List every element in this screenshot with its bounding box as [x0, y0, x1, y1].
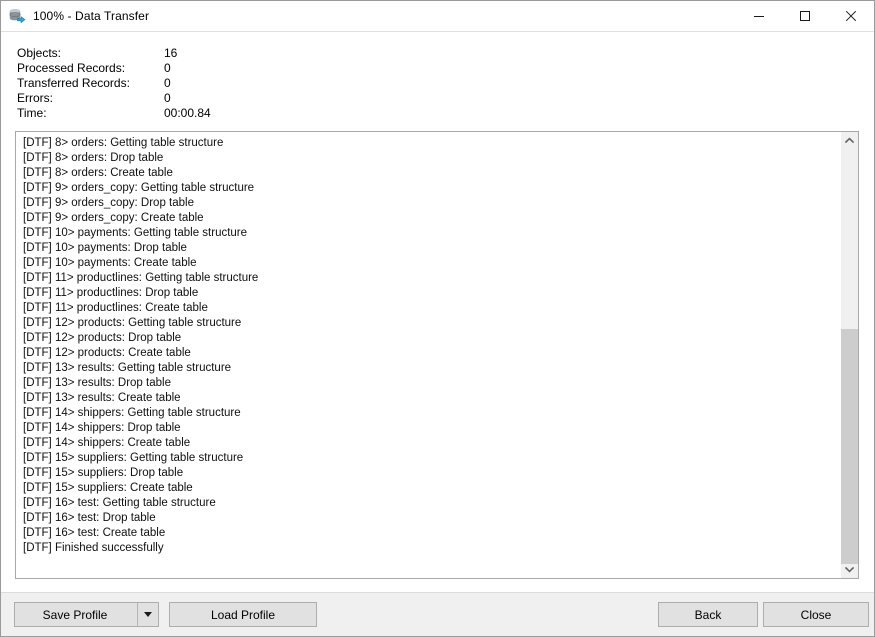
scrollbar-track[interactable]	[841, 149, 858, 564]
stat-value-objects: 16	[164, 46, 178, 60]
stat-value-time: 00:00.84	[164, 106, 211, 120]
log-line: [DTF] 10> payments: Drop table	[23, 242, 187, 254]
stat-value-processed-records: 0	[164, 61, 171, 75]
footer-button-bar: Save Profile Load Profile Back Close	[1, 592, 874, 636]
window-title: 100% - Data Transfer	[33, 9, 150, 23]
log-line: [DTF] 11> productlines: Create table	[23, 302, 208, 314]
log-line: [DTF] 13> results: Getting table structu…	[23, 362, 232, 374]
stat-value-errors: 0	[164, 91, 171, 105]
log-line: [DTF] 13> results: Create table	[23, 392, 181, 404]
stat-label-errors: Errors:	[17, 91, 53, 105]
stat-row: Processed Records: 0	[17, 61, 874, 76]
stat-row: Errors: 0	[17, 91, 874, 106]
log-line: [DTF] Finished successfully	[23, 542, 164, 554]
load-profile-button[interactable]: Load Profile	[169, 602, 317, 627]
title-bar: 100% - Data Transfer	[1, 1, 874, 32]
scrollbar-up-button[interactable]	[841, 132, 858, 149]
stat-row: Time: 00:00.84	[17, 106, 874, 121]
log-line: [DTF] 8> orders: Getting table structure	[23, 137, 224, 149]
log-line: [DTF] 10> payments: Getting table struct…	[23, 227, 248, 239]
log-line: [DTF] 15> suppliers: Drop table	[23, 467, 184, 479]
close-icon	[845, 10, 857, 21]
log-line: [DTF] 14> shippers: Drop table	[23, 422, 181, 434]
close-dialog-button[interactable]: Close	[763, 602, 869, 627]
save-profile-dropdown-button[interactable]	[137, 603, 158, 626]
log-line: [DTF] 12> products: Create table	[23, 347, 191, 359]
log-line: [DTF] 15> suppliers: Getting table struc…	[23, 452, 244, 464]
log-line: [DTF] 15> suppliers: Create table	[23, 482, 193, 494]
log-line: [DTF] 16> test: Getting table structure	[23, 497, 216, 509]
log-output[interactable]: [DTF] 8> orders: Getting table structure…	[16, 132, 840, 578]
log-line: [DTF] 13> results: Drop table	[23, 377, 171, 389]
scrollbar-thumb[interactable]	[841, 329, 858, 564]
chevron-down-icon	[144, 612, 152, 617]
log-line: [DTF] 9> orders_copy: Drop table	[23, 197, 194, 209]
back-button[interactable]: Back	[658, 602, 758, 627]
log-line: [DTF] 9> orders_copy: Getting table stru…	[23, 182, 255, 194]
stat-value-transferred-records: 0	[164, 76, 171, 90]
log-panel: [DTF] 8> orders: Getting table structure…	[15, 131, 859, 579]
log-line: [DTF] 11> productlines: Drop table	[23, 287, 199, 299]
save-profile-button[interactable]: Save Profile	[15, 603, 137, 626]
minimize-button[interactable]	[736, 1, 782, 30]
stat-label-processed-records: Processed Records:	[17, 61, 126, 75]
transfer-stats: Objects: 16 Processed Records: 0 Transfe…	[1, 32, 874, 121]
chevron-up-icon	[845, 137, 854, 144]
log-line: [DTF] 14> shippers: Getting table struct…	[23, 407, 241, 419]
minimize-icon	[754, 15, 764, 17]
log-line: [DTF] 11> productlines: Getting table st…	[23, 272, 259, 284]
log-scrollbar[interactable]	[840, 132, 858, 578]
data-transfer-window: 100% - Data Transfer Objects: 16 Process…	[0, 0, 875, 637]
stat-label-objects: Objects:	[17, 46, 62, 60]
save-profile-split-button[interactable]: Save Profile	[14, 602, 159, 627]
maximize-button[interactable]	[782, 1, 828, 30]
data-transfer-database-icon	[8, 7, 26, 25]
log-line: [DTF] 16> test: Drop table	[23, 512, 156, 524]
stat-label-time: Time:	[17, 106, 47, 120]
log-line: [DTF] 12> products: Drop table	[23, 332, 182, 344]
chevron-down-icon	[845, 566, 854, 573]
log-line: [DTF] 14> shippers: Create table	[23, 437, 191, 449]
stat-row: Transferred Records: 0	[17, 76, 874, 91]
log-line: [DTF] 8> orders: Drop table	[23, 152, 164, 164]
close-button[interactable]	[828, 1, 874, 30]
log-line: [DTF] 16> test: Create table	[23, 527, 166, 539]
log-line: [DTF] 10> payments: Create table	[23, 257, 197, 269]
stat-row: Objects: 16	[17, 46, 874, 61]
window-controls	[736, 1, 874, 30]
stat-label-transferred-records: Transferred Records:	[17, 76, 130, 90]
maximize-icon	[800, 10, 810, 21]
log-line: [DTF] 12> products: Getting table struct…	[23, 317, 242, 329]
log-line: [DTF] 8> orders: Create table	[23, 167, 173, 179]
log-line: [DTF] 9> orders_copy: Create table	[23, 212, 204, 224]
